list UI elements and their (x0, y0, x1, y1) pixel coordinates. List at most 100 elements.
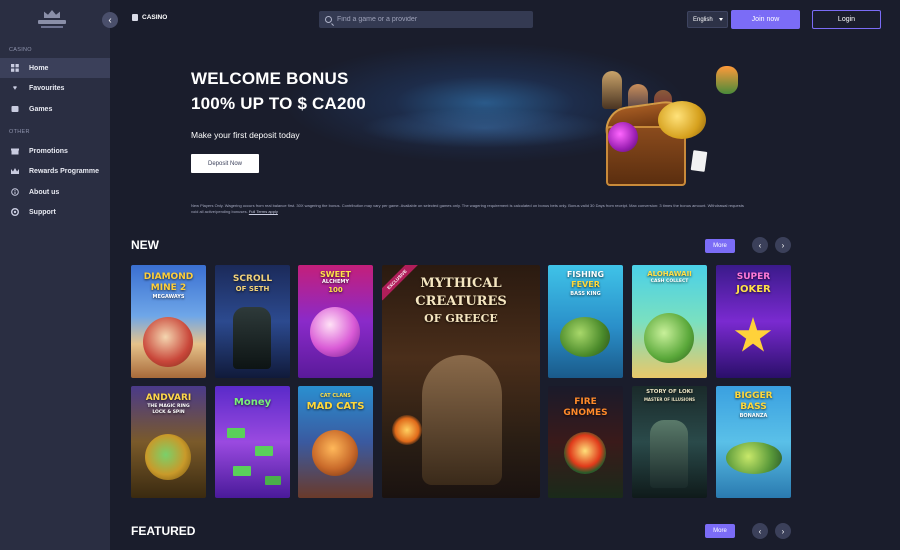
game-subtitle: LOCK & SPIN (152, 410, 185, 415)
game-title: MAD CATS (306, 401, 365, 412)
sidebar-item-label: Home (29, 64, 49, 72)
language-select[interactable]: English (687, 11, 728, 28)
featured-next-button[interactable]: › (775, 523, 791, 539)
section-title-new: NEW (131, 238, 159, 252)
games-icon (11, 105, 19, 113)
banner-terms: New Players Only. Wagering occurs from r… (191, 203, 751, 214)
sidebar-item-label: Games (29, 105, 53, 113)
heart-icon: ♥ (12, 84, 18, 92)
game-tile-mad-cats[interactable]: CAT CLANS MAD CATS (298, 386, 373, 498)
banner-subtitle: Make your first deposit today (191, 130, 300, 140)
sidebar-item-about[interactable]: About us (0, 182, 110, 202)
game-tile-andvari[interactable]: ANDVARI THE MAGIC RING LOCK & SPIN (131, 386, 206, 498)
featured-prev-button[interactable]: ‹ (752, 523, 768, 539)
sidebar-section-other: OTHER (9, 129, 30, 135)
game-subtitle: CASH COLLECT (650, 279, 689, 284)
search-input[interactable] (337, 16, 527, 23)
terms-link[interactable]: Full Terms apply (249, 209, 278, 214)
game-tile-alohawaii[interactable]: ALOHAWAII CASH COLLECT (632, 265, 707, 378)
breadcrumb-label: CASINO (142, 14, 168, 21)
sidebar-item-promotions[interactable]: Promotions (0, 141, 110, 161)
new-more-button[interactable]: More (705, 239, 735, 253)
featured-more-button[interactable]: More (705, 524, 735, 538)
game-subtitle: BONANZA (739, 413, 768, 419)
game-subtitle: BASS KING (570, 291, 601, 297)
game-subtitle: ALCHEMY (322, 279, 349, 285)
game-tile-scroll-of-seth[interactable]: SCROLL OF SETH (215, 265, 290, 378)
game-subtitle: THE MAGIC RING (147, 404, 190, 409)
game-tile-fishing-fever[interactable]: FISHING FEVER BASS KING (548, 265, 623, 378)
game-title: DIAMOND (143, 272, 194, 282)
game-title: SWEET (320, 270, 351, 279)
search-box[interactable] (319, 11, 533, 28)
treasure-chest-illustration (598, 66, 748, 188)
game-tile-fire-gnomes[interactable]: FIRE GNOMES (548, 386, 623, 498)
caret-down-icon (719, 18, 723, 21)
game-title: CREATURES (415, 294, 507, 309)
chevron-left-icon: ‹ (758, 526, 762, 536)
info-icon (11, 188, 19, 196)
sidebar-item-games[interactable]: Games (0, 99, 110, 119)
game-title: OF GREECE (424, 312, 498, 325)
chevron-left-icon: ‹ (108, 14, 112, 26)
promo-banner: WELCOME BONUS 100% UP TO $ CA200 Make yo… (110, 38, 900, 218)
game-tile-sweet-alchemy[interactable]: SWEET ALCHEMY 100 (298, 265, 373, 378)
game-title: FIRE (574, 397, 597, 407)
game-subtitle: CAT CLANS (320, 393, 351, 399)
game-title: BIGGER (734, 391, 773, 401)
sidebar-item-support[interactable]: Support (0, 202, 110, 222)
section-title-featured: FEATURED (131, 524, 196, 538)
chevron-left-icon: ‹ (758, 240, 762, 250)
game-title: BASS (740, 402, 767, 412)
sidebar: CASINO Home ♥ Favourites Games OTHER Pro… (0, 0, 110, 550)
collapse-sidebar-button[interactable]: ‹ (102, 12, 118, 28)
sidebar-item-label: About us (29, 188, 60, 196)
game-title: Money (233, 397, 272, 408)
game-title: GNOMES (563, 408, 608, 418)
game-subtitle: 100 (328, 286, 343, 294)
topbar: CASINO English Join now Login (110, 0, 900, 38)
sidebar-item-favourites[interactable]: ♥ Favourites (0, 78, 110, 98)
game-title: FISHING (566, 270, 605, 279)
support-icon (11, 208, 19, 216)
game-tile-money[interactable]: Money (215, 386, 290, 498)
game-tile-super-joker[interactable]: SUPER JOKER (716, 265, 791, 378)
game-subtitle: MASTER OF ILLUSIONS (643, 397, 696, 402)
banner-title-line2: 100% UP TO $ CA200 (191, 94, 366, 113)
join-now-button[interactable]: Join now (731, 10, 800, 29)
crown-icon (11, 167, 19, 175)
new-prev-button[interactable]: ‹ (752, 237, 768, 253)
grid-icon (11, 64, 19, 72)
search-icon (325, 16, 332, 23)
game-title: MYTHICAL (420, 276, 502, 291)
game-title: ALOHAWAII (647, 270, 692, 278)
login-button[interactable]: Login (812, 10, 881, 29)
game-subtitle: MEGAWAYS (152, 294, 185, 300)
sidebar-item-label: Favourites (29, 84, 65, 92)
game-title: JOKER (736, 284, 771, 295)
game-title: FEVER (571, 280, 600, 289)
site-logo[interactable] (36, 10, 68, 32)
game-tile-mythical-creatures[interactable]: EXCLUSIVE MYTHICAL CREATURES OF GREECE (382, 265, 540, 498)
game-tile-bigger-bass[interactable]: BIGGER BASS BONANZA (716, 386, 791, 498)
banner-title-line1: WELCOME BONUS (191, 69, 349, 88)
breadcrumb[interactable]: CASINO (132, 14, 167, 21)
sidebar-item-label: Rewards Programme (29, 167, 100, 175)
game-tile-story-of-loki[interactable]: STORY OF LOKI MASTER OF ILLUSIONS (632, 386, 707, 498)
chevron-right-icon: › (781, 526, 785, 536)
game-title: OF SETH (235, 285, 270, 293)
new-next-button[interactable]: › (775, 237, 791, 253)
gift-icon (11, 147, 19, 155)
sidebar-item-home[interactable]: Home (0, 58, 110, 78)
sidebar-item-label: Promotions (29, 147, 68, 155)
casino-icon (132, 14, 138, 21)
sidebar-item-label: Support (29, 208, 56, 216)
language-value: English (693, 16, 713, 23)
game-title: STORY OF LOKI (646, 389, 693, 395)
game-title: SUPER (736, 272, 771, 282)
game-title: SCROLL (232, 274, 273, 284)
deposit-now-button[interactable]: Deposit Now (191, 154, 259, 173)
game-tile-diamond-mine[interactable]: DIAMOND MINE 2 MEGAWAYS (131, 265, 206, 378)
sidebar-item-rewards[interactable]: Rewards Programme (0, 161, 110, 181)
game-title: ANDVARI (145, 393, 192, 403)
